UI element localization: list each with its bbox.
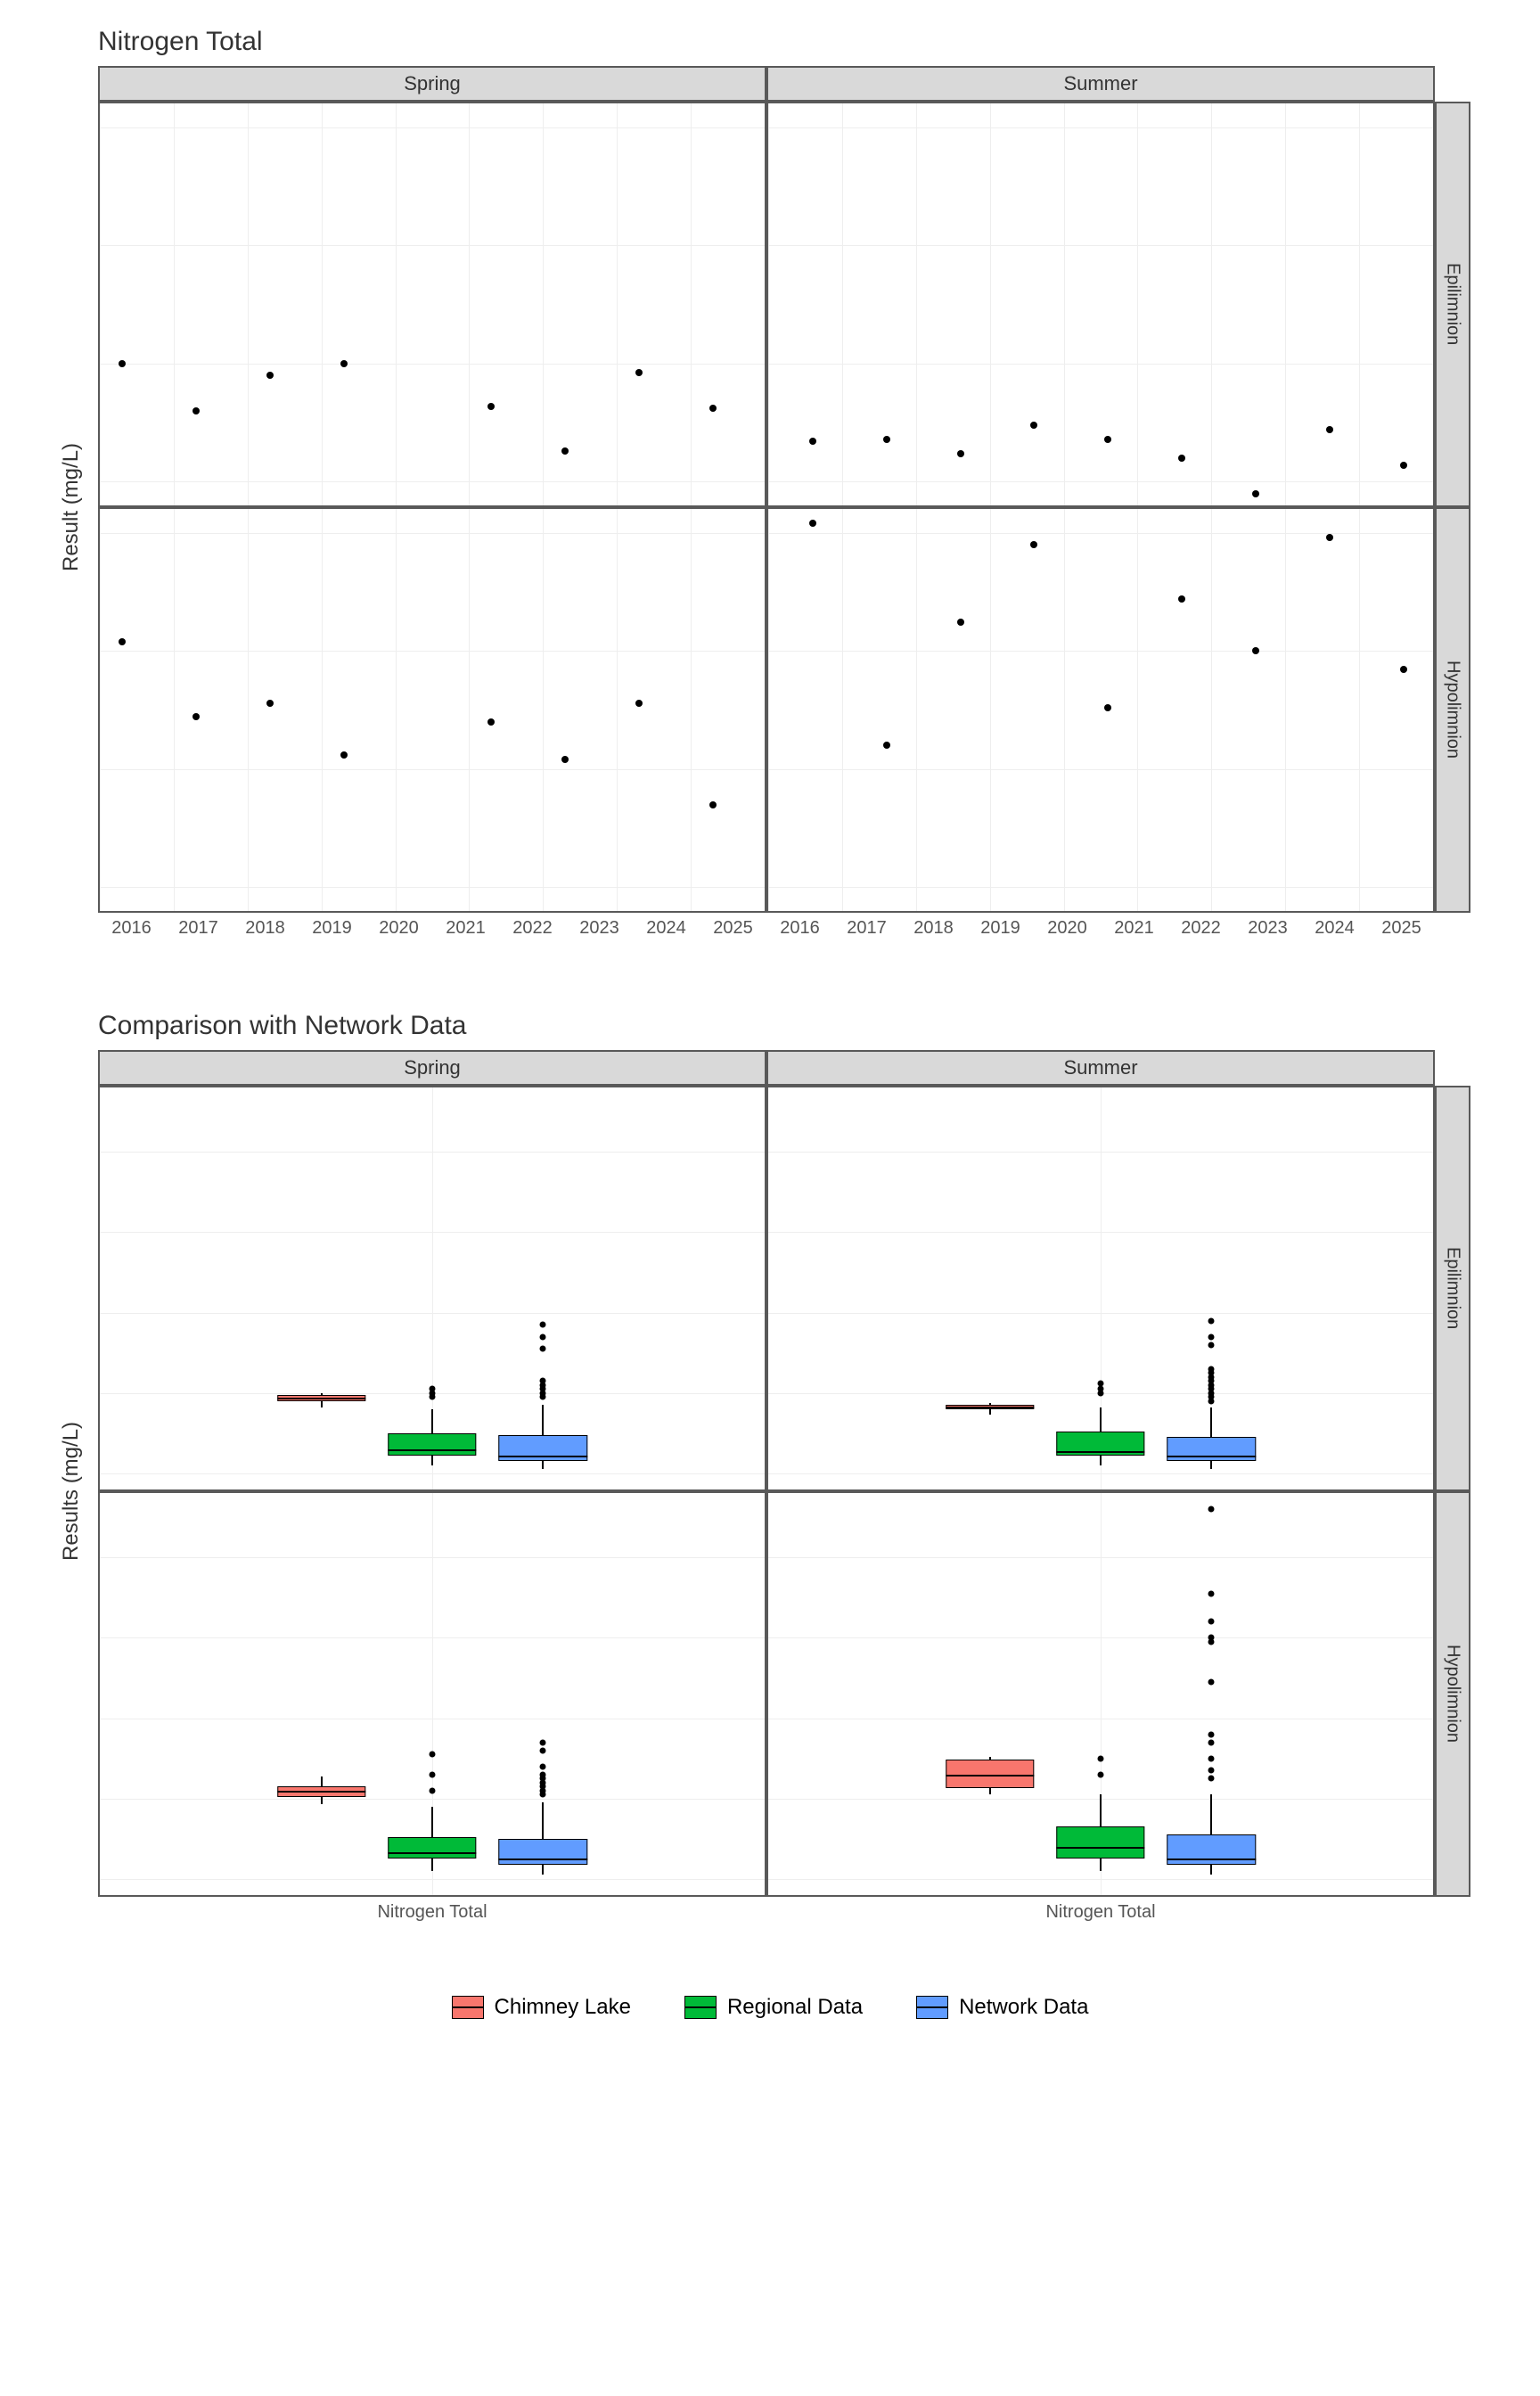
x-cat-summer: Nitrogen Total xyxy=(766,1897,1435,1941)
row-strip-hypo: Hypolimnion xyxy=(1435,507,1470,913)
boxplot-facet-chart: Comparison with Network Data Spring Summ… xyxy=(45,1011,1495,1941)
panel2-summer-epi xyxy=(766,1086,1435,1491)
legend-label-chimney: Chimney Lake xyxy=(495,1995,631,2020)
panel2-spring-hypo: 43210 xyxy=(98,1491,766,1897)
x-ticks-spring: 2016201720182019202020212022202320242025 xyxy=(98,913,766,957)
x-ticks-summer: 2016201720182019202020212022202320242025 xyxy=(766,913,1435,957)
legend-label-regional: Regional Data xyxy=(727,1995,863,2020)
panel-spring-hypo: 1.501.251.000.75 xyxy=(98,507,766,913)
row-strip-epi: Epilimnion xyxy=(1435,102,1470,507)
col-strip-spring: Spring xyxy=(98,66,766,102)
legend-label-network: Network Data xyxy=(959,1995,1088,2020)
legend-chimney: Chimney Lake xyxy=(452,1995,631,2020)
panel-spring-epi: 1.501.251.000.75 xyxy=(98,102,766,507)
col-strip-summer: Summer xyxy=(766,66,1435,102)
y-axis-label-2: Results (mg/L) xyxy=(45,1086,98,1897)
legend-key-chimney xyxy=(452,1996,484,2019)
row-strip-epi-2: Epilimnion xyxy=(1435,1086,1470,1491)
panel-summer-hypo xyxy=(766,507,1435,913)
panel2-spring-epi: 43210 xyxy=(98,1086,766,1491)
legend-regional: Regional Data xyxy=(684,1995,863,2020)
col-strip-summer-2: Summer xyxy=(766,1050,1435,1086)
row-strip-hypo-2: Hypolimnion xyxy=(1435,1491,1470,1897)
y-axis-label-1: Result (mg/L) xyxy=(45,102,98,913)
col-strip-spring-2: Spring xyxy=(98,1050,766,1086)
chart2-title: Comparison with Network Data xyxy=(98,1011,1495,1041)
legend-network: Network Data xyxy=(916,1995,1088,2020)
legend-key-regional xyxy=(684,1996,717,2019)
panel-summer-epi xyxy=(766,102,1435,507)
legend-key-network xyxy=(916,1996,948,2019)
chart1-title: Nitrogen Total xyxy=(98,27,1495,57)
x-cat-spring: Nitrogen Total xyxy=(98,1897,766,1941)
legend: Chimney Lake Regional Data Network Data xyxy=(45,1995,1495,2020)
panel2-summer-hypo xyxy=(766,1491,1435,1897)
scatter-facet-chart: Nitrogen Total Spring Summer Result (mg/… xyxy=(45,27,1495,957)
